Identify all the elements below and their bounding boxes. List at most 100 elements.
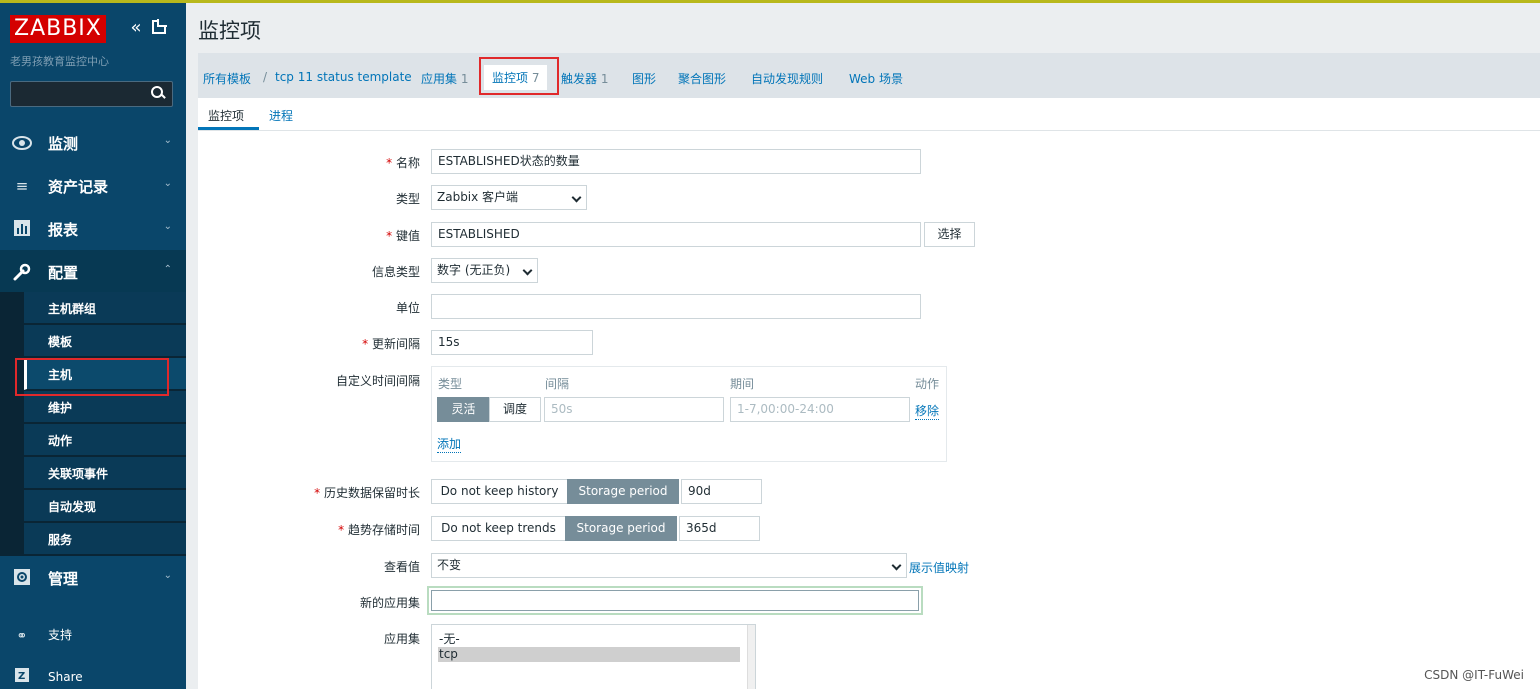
sidebar-item-label: 自动发现	[48, 500, 97, 514]
listbox-scrollbar[interactable]	[747, 625, 755, 689]
history-label: 历史数据保留时长	[198, 484, 420, 501]
nav-administration-label: 管理	[48, 570, 79, 588]
collapse-sidebar-icon[interactable]: «	[126, 17, 146, 38]
headset-icon: ⚭	[16, 629, 28, 644]
sidebar-item-discovery[interactable]: 自动发现	[24, 490, 186, 522]
sidebar-item-label: 动作	[48, 434, 73, 448]
tab-preprocessing[interactable]: 进程	[269, 107, 293, 124]
chevron-down-icon: ⌄	[163, 178, 172, 189]
valuemap-label: 查看值	[383, 560, 420, 574]
crumb-web-scenarios[interactable]: Web 场景	[849, 70, 903, 87]
custom-intervals-label: 自定义时间间隔	[335, 374, 420, 388]
type-select-value: Zabbix 客户端	[437, 190, 519, 204]
sidebar-item-label: 服务	[48, 533, 73, 547]
update-interval-input[interactable]: 15s	[431, 330, 593, 355]
sidebar-search-input[interactable]	[10, 81, 173, 107]
sidebar-item-label: 模板	[48, 335, 73, 349]
crumb-screens[interactable]: 聚合图形	[678, 70, 726, 87]
trends-storage-period-toggle[interactable]: Storage period	[565, 516, 677, 541]
tab-item[interactable]: 监控项	[208, 107, 244, 124]
crumb-all-templates[interactable]: 所有模板	[203, 70, 251, 87]
applications-listbox[interactable]: -无- tcp	[431, 624, 756, 689]
col-period: 期间	[730, 377, 755, 391]
nav-reports[interactable]: 报表 ⌄	[0, 207, 186, 250]
info-type-select[interactable]: 数字 (无正负)	[431, 258, 538, 283]
zabbix-logo[interactable]: ZABBIX	[10, 15, 106, 43]
kiosk-mode-icon[interactable]	[152, 19, 167, 34]
name-input[interactable]: ESTABLISHED状态的数量	[431, 149, 921, 174]
crumb-applications-label: 应用集	[421, 72, 458, 86]
nav-configuration[interactable]: 配置 ⌃	[0, 250, 186, 293]
application-option[interactable]: tcp	[438, 647, 740, 662]
chevron-down-icon	[571, 192, 582, 203]
list-icon: ≡	[15, 177, 29, 195]
main-area: 监控项 所有模板 / tcp 11 status template 应用集 1 …	[186, 3, 1540, 689]
nav-inventory[interactable]: ≡ 资产记录 ⌄	[0, 164, 186, 207]
add-interval-link[interactable]: 添加	[437, 435, 462, 453]
type-select[interactable]: Zabbix 客户端	[431, 185, 587, 210]
sidebar-item-event-correlation[interactable]: 关联项事件	[24, 457, 186, 489]
sidebar-item-label: 关联项事件	[48, 467, 109, 481]
sidebar-item-label: 主机群组	[48, 302, 97, 316]
sidebar-item-label: 维护	[48, 401, 73, 415]
new-application-field[interactable]	[431, 590, 919, 611]
sidebar-item-templates[interactable]: 模板	[24, 325, 186, 357]
crumb-template[interactable]: tcp 11 status template	[275, 70, 412, 84]
watermark: CSDN @IT-FuWei	[1424, 668, 1524, 682]
logo-row: ZABBIX «	[10, 15, 180, 45]
crumb-applications-count: 1	[460, 72, 469, 86]
page-title: 监控项	[198, 19, 261, 43]
trends-period-input[interactable]: 365d	[679, 516, 760, 541]
wrench-icon	[12, 262, 32, 282]
history-period-input[interactable]: 90d	[681, 479, 762, 504]
application-option[interactable]: -无-	[438, 632, 740, 647]
nav-monitoring-label: 监测	[48, 135, 79, 153]
key-input[interactable]: ESTABLISHED	[431, 222, 921, 247]
history-storage-period-toggle[interactable]: Storage period	[567, 479, 679, 504]
nav-share-label: Share	[48, 670, 83, 684]
sidebar-item-host-groups[interactable]: 主机群组	[24, 292, 186, 324]
valuemap-select-value: 不变	[437, 558, 462, 572]
nav-share[interactable]: Z Share	[0, 658, 186, 689]
show-value-mappings-link[interactable]: 展示值映射	[909, 559, 969, 576]
key-select-button[interactable]: 选择	[924, 222, 975, 247]
chevron-down-icon: ⌄	[163, 135, 172, 146]
nav-administration[interactable]: 管理 ⌄	[0, 556, 186, 599]
chevron-down-icon: ⌄	[163, 570, 172, 581]
tab-strip: 监控项 进程	[198, 98, 1540, 131]
sidebar-item-actions[interactable]: 动作	[24, 424, 186, 456]
search-icon[interactable]	[150, 85, 166, 101]
custom-period-input[interactable]: 1-7,00:00-24:00	[730, 397, 910, 422]
scheduling-toggle[interactable]: 调度	[489, 397, 541, 422]
chevron-down-icon	[891, 560, 902, 571]
name-label: 名称	[198, 154, 420, 171]
remove-interval-link[interactable]: 移除	[915, 402, 940, 420]
applications-label: 应用集	[383, 632, 420, 646]
crumb-separator: /	[263, 70, 268, 84]
key-label: 键值	[198, 227, 420, 244]
history-do-not-keep-toggle[interactable]: Do not keep history	[431, 479, 568, 504]
crumb-applications[interactable]: 应用集 1	[421, 70, 468, 87]
tab-active-indicator	[198, 127, 259, 130]
trends-do-not-keep-toggle[interactable]: Do not keep trends	[431, 516, 566, 541]
crumb-triggers[interactable]: 触发器 1	[561, 70, 608, 87]
chevron-up-icon: ⌃	[163, 264, 172, 275]
sidebar-item-services[interactable]: 服务	[24, 523, 186, 555]
crumb-discovery-rules[interactable]: 自动发现规则	[751, 70, 823, 87]
crumb-graphs[interactable]: 图形	[632, 70, 656, 87]
bar-chart-icon	[12, 219, 32, 239]
flexible-toggle[interactable]: 灵活	[437, 397, 490, 422]
nav-configuration-label: 配置	[48, 264, 79, 282]
gear-icon	[12, 568, 32, 588]
chevron-down-icon: ⌄	[163, 221, 172, 232]
custom-interval-input[interactable]: 50s	[544, 397, 724, 422]
nav-monitoring[interactable]: 监测 ⌄	[0, 121, 186, 164]
col-interval: 间隔	[545, 377, 570, 391]
new-application-input[interactable]	[427, 586, 923, 615]
sidebar: ZABBIX « 老男孩教育监控中心 监测 ⌄ ≡ 资产记录 ⌄ 报表 ⌄ 配置…	[0, 3, 186, 689]
svg-text:Z: Z	[18, 671, 25, 682]
info-type-select-value: 数字 (无正负)	[437, 263, 511, 277]
valuemap-select[interactable]: 不变	[431, 553, 907, 578]
nav-support[interactable]: ⚭ 支持	[0, 615, 186, 651]
units-input[interactable]	[431, 294, 921, 319]
